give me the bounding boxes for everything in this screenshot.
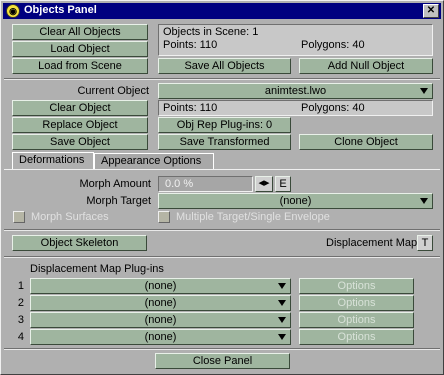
texture-button[interactable]: T bbox=[417, 235, 433, 251]
divider bbox=[4, 229, 440, 231]
window-title: Objects Panel bbox=[24, 4, 97, 16]
plugin-select-2[interactable]: (none) bbox=[30, 295, 291, 311]
chevron-down-icon bbox=[420, 198, 428, 204]
scene-info-box: Objects in Scene: 1 Points: 110 Polygons… bbox=[158, 24, 433, 56]
current-object-value: animtest.lwo bbox=[264, 85, 327, 97]
chevron-down-icon bbox=[278, 317, 286, 323]
scene-points-label: Points: 110 bbox=[163, 39, 218, 51]
current-object-label: Current Object bbox=[77, 85, 149, 97]
object-info-box: Points: 110 Polygons: 40 bbox=[158, 100, 433, 116]
chevron-down-icon bbox=[278, 283, 286, 289]
plugin-select-3[interactable]: (none) bbox=[30, 312, 291, 328]
clear-all-objects-button[interactable]: Clear All Objects bbox=[12, 24, 148, 40]
plugin-slot-number: 4 bbox=[17, 331, 24, 343]
morph-surfaces-label: Morph Surfaces bbox=[31, 211, 109, 223]
displacement-map-label: Displacement Map bbox=[326, 237, 418, 249]
close-icon[interactable]: ✕ bbox=[423, 4, 439, 18]
plugin-options-button-1[interactable]: Options bbox=[299, 278, 414, 294]
chevron-down-icon bbox=[278, 300, 286, 306]
chevron-down-icon bbox=[420, 88, 428, 94]
morph-target-select[interactable]: (none) bbox=[158, 193, 433, 209]
plugin-select-value: (none) bbox=[144, 280, 177, 292]
morph-target-label: Morph Target bbox=[86, 195, 151, 207]
plugin-select-value: (none) bbox=[144, 331, 177, 343]
divider bbox=[4, 256, 440, 258]
multiple-target-checkbox[interactable] bbox=[158, 211, 170, 223]
save-object-button[interactable]: Save Object bbox=[12, 134, 148, 150]
object-points-label: Points: 110 bbox=[163, 102, 218, 114]
plugin-slot-number: 1 bbox=[17, 280, 24, 292]
title-bar[interactable]: ◉ Objects Panel ✕ bbox=[3, 3, 441, 19]
objects-in-scene-label: Objects in Scene: 1 bbox=[163, 26, 259, 38]
plugin-select-value: (none) bbox=[144, 314, 177, 326]
plugin-select-1[interactable]: (none) bbox=[30, 278, 291, 294]
morph-target-value: (none) bbox=[279, 195, 312, 207]
multiple-target-label: Multiple Target/Single Envelope bbox=[176, 211, 330, 223]
morph-amount-value: 0.0 % bbox=[165, 178, 194, 190]
objects-panel-window: ◉ Objects Panel ✕ Clear All Objects Load… bbox=[0, 0, 444, 375]
save-all-objects-button[interactable]: Save All Objects bbox=[158, 58, 291, 74]
morph-surfaces-checkbox[interactable] bbox=[13, 211, 25, 223]
morph-amount-input[interactable]: 0.0 % bbox=[158, 176, 253, 192]
plugin-select-value: (none) bbox=[144, 297, 177, 309]
slider-arrows-icon[interactable]: ◂▸ bbox=[255, 176, 273, 192]
load-from-scene-button[interactable]: Load from Scene bbox=[12, 58, 148, 74]
add-null-object-button[interactable]: Add Null Object bbox=[299, 58, 433, 74]
morph-amount-label: Morph Amount bbox=[79, 178, 151, 190]
tab-underline bbox=[4, 169, 440, 170]
obj-rep-plugins-button[interactable]: Obj Rep Plug-ins: 0 bbox=[158, 117, 291, 133]
object-polygons-label: Polygons: 40 bbox=[301, 102, 365, 114]
clone-object-button[interactable]: Clone Object bbox=[299, 134, 433, 150]
save-transformed-button[interactable]: Save Transformed bbox=[158, 134, 291, 150]
displacement-plugins-label: Displacement Map Plug-ins bbox=[30, 263, 164, 275]
plugin-select-4[interactable]: (none) bbox=[30, 329, 291, 345]
tab-deformations[interactable]: Deformations bbox=[12, 152, 94, 169]
scene-polygons-label: Polygons: 40 bbox=[301, 39, 365, 51]
divider bbox=[4, 78, 440, 80]
tab-appearance-options[interactable]: Appearance Options bbox=[94, 153, 214, 170]
load-object-button[interactable]: Load Object bbox=[12, 41, 148, 57]
plugin-options-button-2[interactable]: Options bbox=[299, 295, 414, 311]
divider bbox=[4, 348, 440, 350]
plugin-slot-number: 2 bbox=[17, 297, 24, 309]
replace-object-button[interactable]: Replace Object bbox=[12, 117, 148, 133]
plugin-options-button-3[interactable]: Options bbox=[299, 312, 414, 328]
envelope-button[interactable]: E bbox=[275, 176, 291, 192]
lightwave-icon: ◉ bbox=[6, 4, 20, 18]
clear-object-button[interactable]: Clear Object bbox=[12, 100, 148, 116]
plugin-slot-number: 3 bbox=[17, 314, 24, 326]
current-object-select[interactable]: animtest.lwo bbox=[158, 83, 433, 99]
close-panel-button[interactable]: Close Panel bbox=[155, 353, 290, 369]
chevron-down-icon bbox=[278, 334, 286, 340]
plugin-options-button-4[interactable]: Options bbox=[299, 329, 414, 345]
object-skeleton-button[interactable]: Object Skeleton bbox=[12, 235, 147, 251]
